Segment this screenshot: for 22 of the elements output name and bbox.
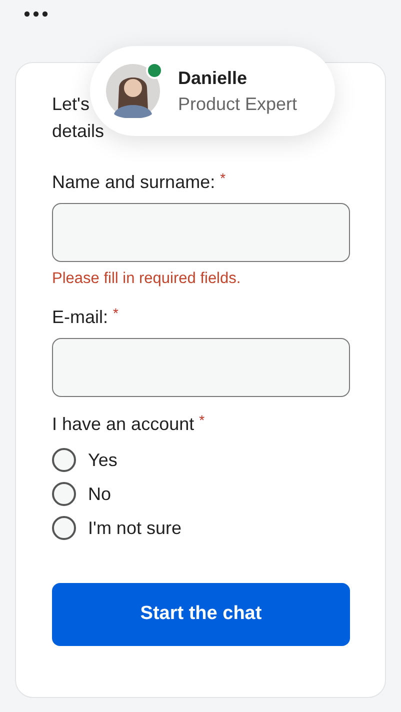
- more-icon[interactable]: [24, 10, 48, 18]
- radio-button[interactable]: [52, 448, 76, 472]
- error-message: Please fill in required fields.: [52, 269, 242, 289]
- question-label: I have an account: [52, 413, 194, 436]
- radio-button[interactable]: [52, 482, 76, 506]
- agent-name: Danielle: [178, 67, 248, 90]
- avatar: [106, 64, 160, 118]
- start-chat-button[interactable]: Start the chat: [52, 583, 350, 646]
- required-mark: *: [220, 169, 226, 187]
- field-label: E-mail:: [52, 306, 108, 329]
- radio-option[interactable]: No: [52, 477, 349, 511]
- agent-role: Product Expert: [178, 93, 298, 116]
- required-mark: *: [199, 411, 205, 429]
- radio-option[interactable]: Yes: [52, 443, 349, 477]
- text-field[interactable]: [52, 338, 350, 397]
- required-mark: *: [113, 304, 118, 322]
- text-field[interactable]: [52, 203, 350, 262]
- intro-text: details: [52, 120, 104, 143]
- radio-button[interactable]: [52, 516, 76, 540]
- intro-text: Let's: [52, 93, 90, 116]
- radio-option[interactable]: I'm not sure: [52, 511, 349, 545]
- field-label: Name and surname:: [52, 171, 216, 194]
